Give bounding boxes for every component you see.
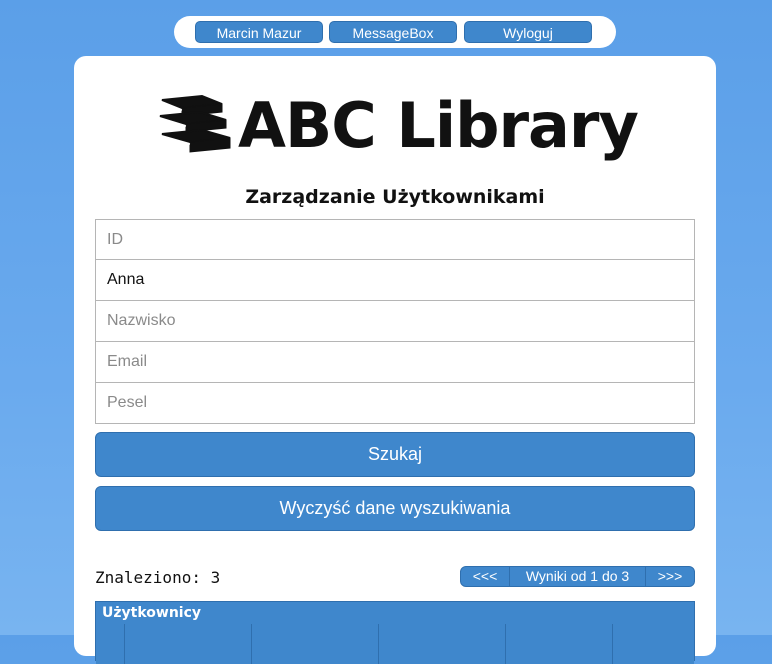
prev-page-button[interactable]: <<< bbox=[461, 567, 509, 586]
users-table: Użytkownicy bbox=[95, 601, 695, 664]
column-divider bbox=[124, 624, 125, 664]
clear-search-button[interactable]: Wyczyść dane wyszukiwania bbox=[95, 486, 695, 531]
user-profile-button[interactable]: Marcin Mazur bbox=[195, 21, 323, 43]
next-page-button[interactable]: >>> bbox=[646, 567, 694, 586]
column-divider bbox=[612, 624, 613, 664]
logout-button[interactable]: Wyloguj bbox=[464, 21, 592, 43]
page-title: Zarządzanie Użytkownikami bbox=[245, 186, 545, 208]
email-field[interactable] bbox=[95, 342, 695, 383]
pagination: <<< Wyniki od 1 do 3 >>> bbox=[460, 566, 695, 587]
library-logo: ABC Library bbox=[156, 89, 639, 162]
id-field[interactable] bbox=[95, 219, 695, 260]
results-range: Wyniki od 1 do 3 bbox=[509, 567, 646, 586]
logo-text: ABC Library bbox=[238, 89, 639, 162]
table-column-headers bbox=[96, 624, 694, 664]
top-navigation: Marcin Mazur MessageBox Wyloguj bbox=[174, 16, 616, 48]
column-divider bbox=[505, 624, 506, 664]
table-title: Użytkownicy bbox=[102, 605, 202, 621]
search-button[interactable]: Szukaj bbox=[95, 432, 695, 477]
results-count: Znaleziono: 3 bbox=[95, 568, 221, 587]
column-divider bbox=[378, 624, 379, 664]
pesel-field[interactable] bbox=[95, 383, 695, 424]
column-divider bbox=[251, 624, 252, 664]
last-name-field[interactable] bbox=[95, 301, 695, 342]
first-name-field[interactable] bbox=[95, 260, 695, 301]
search-form bbox=[95, 219, 695, 424]
books-icon bbox=[159, 94, 231, 153]
main-panel: ABC Library Zarządzanie Użytkownikami Sz… bbox=[74, 56, 716, 664]
messagebox-button[interactable]: MessageBox bbox=[329, 21, 457, 43]
